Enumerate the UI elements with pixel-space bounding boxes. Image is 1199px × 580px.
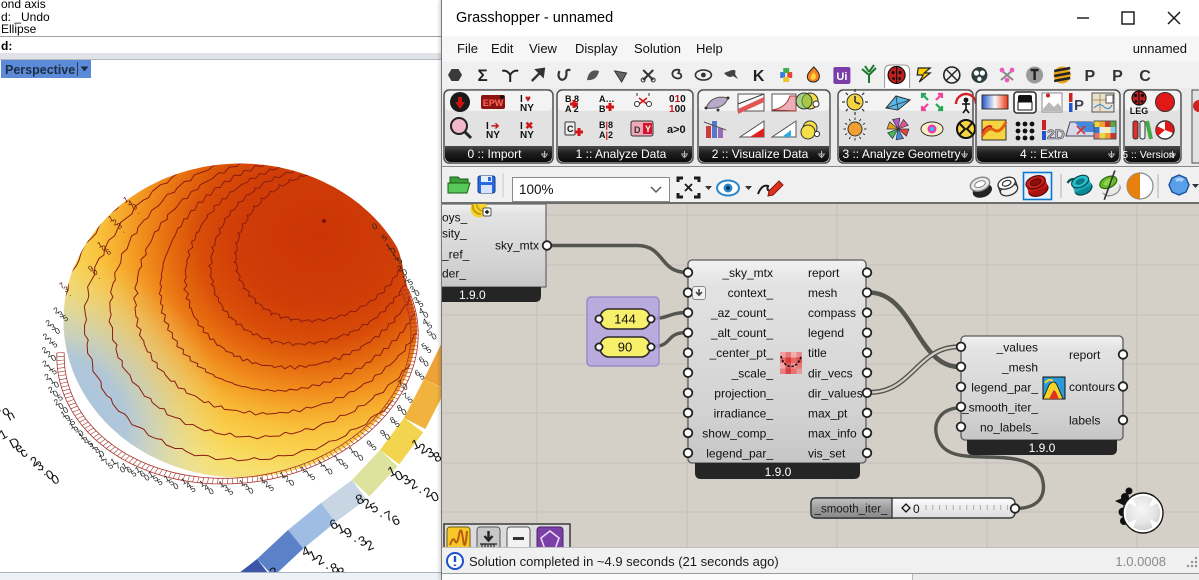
svg-text:_values: _values: [996, 340, 1038, 354]
svg-text:0: 0: [913, 502, 920, 516]
svg-text:_alt_count_: _alt_count_: [710, 326, 773, 340]
svg-text:A|2: A|2: [599, 130, 613, 140]
svg-text:144: 144: [614, 312, 636, 327]
svg-text:_az_count_: _az_count_: [710, 306, 773, 320]
svg-text:_center_pt_: _center_pt_: [709, 346, 774, 360]
svg-text:context_: context_: [728, 286, 774, 300]
svg-text:_ref_: _ref_: [442, 248, 470, 262]
svg-text:report: report: [1069, 348, 1101, 362]
svg-text:show_comp_: show_comp_: [702, 426, 773, 440]
svg-text:mesh: mesh: [808, 286, 837, 300]
svg-text:B|8: B|8: [599, 120, 613, 130]
svg-text:4 :: Extra: 4 :: Extra: [1020, 147, 1068, 161]
svg-text:3 :: Analyze Geometry: 3 :: Analyze Geometry: [842, 147, 960, 161]
svg-text:1 :: Analyze Data: 1 :: Analyze Data: [576, 147, 667, 161]
svg-text:no_labels_: no_labels_: [980, 420, 1038, 434]
svg-text:K: K: [753, 68, 765, 85]
svg-text:P: P: [1112, 68, 1123, 85]
svg-text:C: C: [567, 124, 574, 134]
svg-text:P: P: [1084, 68, 1095, 85]
svg-text:compass: compass: [808, 306, 856, 320]
svg-text:title: title: [808, 346, 827, 360]
svg-text:1.9.0: 1.9.0: [1029, 441, 1056, 455]
svg-text:_scale_: _scale_: [731, 366, 774, 380]
svg-text:legend_par_: legend_par_: [971, 380, 1038, 394]
svg-text:dir_values: dir_values: [808, 386, 863, 400]
svg-text:sky_mtx: sky_mtx: [495, 239, 539, 253]
svg-text:C: C: [1139, 68, 1151, 85]
svg-text:1.9.0: 1.9.0: [459, 288, 486, 302]
svg-text:D: D: [634, 125, 641, 135]
svg-text:oys_: oys_: [442, 211, 468, 225]
svg-text:_mesh: _mesh: [1001, 360, 1038, 374]
svg-text:d:: d:: [1, 39, 12, 53]
svg-text:90: 90: [618, 340, 632, 355]
svg-text:labels: labels: [1069, 414, 1100, 428]
svg-text:irradiance_: irradiance_: [714, 406, 774, 420]
svg-text:max_pt: max_pt: [808, 406, 848, 420]
svg-text:NY: NY: [520, 130, 534, 141]
svg-text:legend_par_: legend_par_: [706, 446, 773, 460]
svg-text:Solution completed in ~4.9 sec: Solution completed in ~4.9 seconds (21 s…: [469, 554, 779, 569]
svg-text:Ui: Ui: [836, 71, 847, 83]
svg-text:A…: A…: [599, 94, 615, 104]
svg-text:projection_: projection_: [714, 386, 773, 400]
svg-text:5 :: Version: 5 :: Version: [1122, 149, 1175, 161]
svg-text:dir_vecs: dir_vecs: [808, 366, 853, 380]
svg-text:Ellipse: Ellipse: [1, 22, 37, 36]
svg-text:1.0.0008: 1.0.0008: [1115, 554, 1166, 569]
svg-text:max_info: max_info: [808, 426, 857, 440]
svg-text:0 :: Import: 0 :: Import: [467, 147, 522, 161]
svg-text:LEG: LEG: [1130, 106, 1149, 116]
svg-text:100: 100: [669, 104, 686, 115]
svg-text:NY: NY: [486, 130, 500, 141]
svg-text:report: report: [808, 266, 840, 280]
svg-text:EPW: EPW: [483, 98, 504, 108]
svg-text:contours: contours: [1069, 380, 1115, 394]
svg-text:vis_set: vis_set: [808, 446, 846, 460]
svg-text:NY: NY: [520, 103, 534, 114]
svg-text:P: P: [1074, 97, 1084, 114]
svg-text:_sky_mtx: _sky_mtx: [721, 266, 773, 280]
svg-text:Y: Y: [645, 124, 651, 134]
svg-text:Σ: Σ: [477, 66, 487, 85]
svg-text:der_: der_: [442, 267, 466, 281]
svg-text:2D: 2D: [1047, 126, 1065, 142]
svg-text:_smooth_iter_: _smooth_iter_: [961, 400, 1038, 414]
svg-text:_smooth_iter_: _smooth_iter_: [814, 504, 888, 516]
svg-text:2 :: Visualize Data: 2 :: Visualize Data: [712, 147, 809, 161]
svg-text:100%: 100%: [519, 182, 554, 197]
svg-text:B: B: [599, 104, 606, 114]
svg-text:legend: legend: [808, 326, 844, 340]
svg-text:Perspective: Perspective: [5, 63, 75, 77]
svg-text:sity_: sity_: [442, 227, 467, 241]
svg-text:1.9.0: 1.9.0: [765, 465, 792, 479]
svg-text:a>0: a>0: [667, 124, 686, 136]
